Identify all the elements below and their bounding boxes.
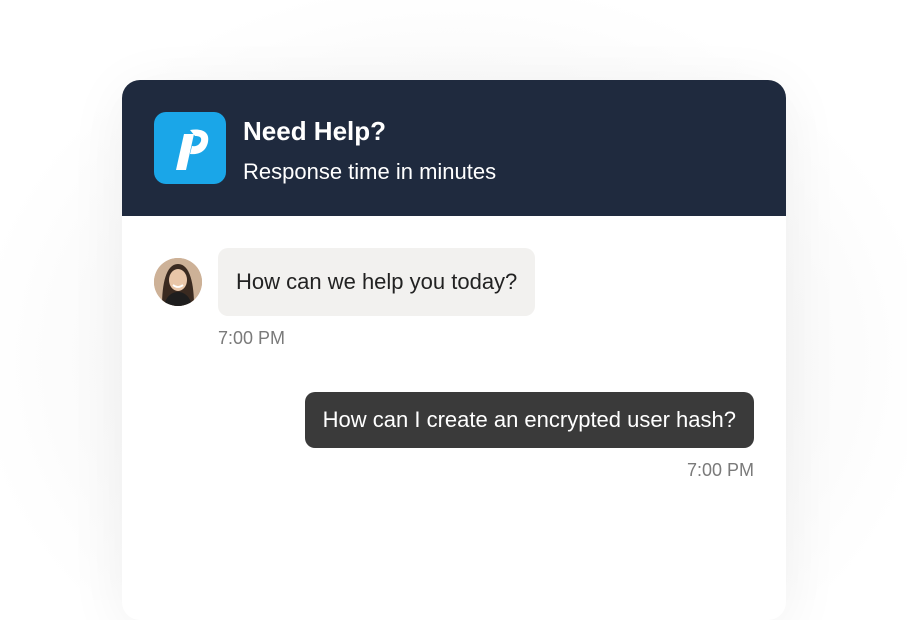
brand-logo-icon [154, 112, 226, 184]
page-background: Need Help? Response time in minutes How … [0, 0, 907, 620]
outgoing-message-bubble: How can I create an encrypted user hash? [304, 392, 754, 448]
outgoing-message-text: How can I create an encrypted user hash? [322, 407, 736, 432]
incoming-message-time: 7:00 PM [218, 328, 286, 348]
agent-avatar [154, 258, 202, 306]
incoming-message-bubble: How can we help you today? [218, 248, 536, 316]
outgoing-message-time: 7:00 PM [686, 460, 754, 480]
incoming-message-text: How can we help you today? [236, 269, 518, 294]
header-title: Need Help? [243, 116, 387, 146]
header-subtitle: Response time in minutes [243, 159, 497, 184]
chat-widget: Need Help? Response time in minutes How … [122, 80, 786, 620]
chat-header: Need Help? Response time in minutes [122, 80, 786, 216]
